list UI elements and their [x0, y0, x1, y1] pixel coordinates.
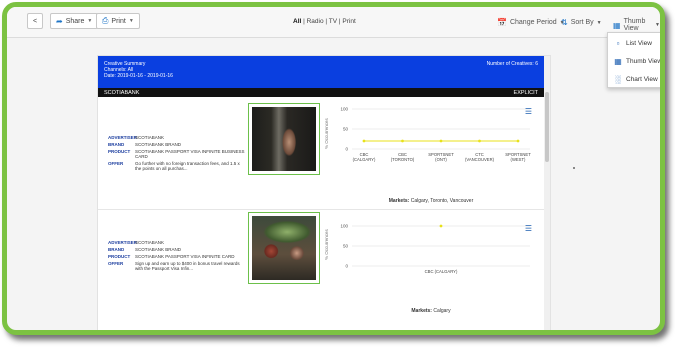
print-button[interactable]: ⎙ Print ▼	[96, 13, 140, 29]
share-button[interactable]: ➦ Share ▼	[50, 13, 99, 29]
creative-image	[252, 216, 316, 280]
chevron-down-icon: ▼	[128, 18, 134, 24]
share-label: Share	[65, 17, 85, 25]
thumb-view-button[interactable]: ▦ Thumb View ▼	[613, 18, 660, 32]
change-period-label: Change Period	[509, 19, 557, 26]
side-marker	[573, 167, 575, 169]
menu-item-label: Chart View	[626, 75, 658, 83]
creative-thumbnail[interactable]	[248, 103, 320, 175]
line-chart-svg: 100 50 0 CBC (CALGARY)	[340, 224, 530, 274]
advertiser-value: SCOTIABANK	[135, 240, 165, 245]
chevron-down-icon: ▼	[596, 19, 602, 26]
list-view-icon: ▫	[616, 38, 620, 48]
field-key: OFFER	[108, 161, 124, 166]
y-tick-label: 50	[343, 244, 349, 249]
explicit-label: EXPLICIT	[513, 90, 538, 96]
x-tick-label: CBC (CALGARY)	[425, 269, 458, 274]
data-point	[439, 139, 443, 143]
x-tick-label: (VANCOUVER)	[465, 157, 495, 162]
menu-item-label: Thumb View	[626, 57, 663, 65]
creative-card: ADVERTISER SCOTIABANK BRAND SCOTIABANK BRA…	[98, 99, 544, 209]
x-tick-label: (WEST)	[511, 157, 526, 162]
menu-item-chart-view[interactable]: ░ Chart View	[608, 71, 660, 87]
printer-icon: ⎙	[102, 16, 109, 25]
markets-value: Calgary, Toronto, Vancouver	[410, 198, 474, 204]
menu-item-list-view[interactable]: ▫ List View	[608, 35, 660, 51]
y-tick-label: 100	[340, 107, 348, 112]
chart-menu-icon[interactable]: ☰	[525, 224, 532, 233]
field-key: ADVERTISER	[108, 240, 138, 245]
advertiser-bar-name: SCOTIABANK	[104, 90, 140, 96]
product-value: SCOTIABANK PASSPORT VISA INFINITE BUSINE…	[135, 149, 245, 159]
menu-item-label: List View	[626, 39, 652, 47]
data-point	[401, 139, 404, 143]
bar-chart-icon: ░	[615, 74, 621, 84]
markets-caption: Markets: Calgary	[324, 308, 538, 314]
creative-details: ADVERTISER SCOTIABANK BRAND SCOTIABANK BRA…	[108, 240, 245, 273]
sort-by-button[interactable]: ⇅ Sort By ▼	[561, 18, 602, 27]
y-tick-label: 0	[345, 147, 348, 152]
x-tick-label: (ONT)	[435, 157, 447, 162]
creative-image	[252, 107, 316, 171]
advertiser-bar: SCOTIABANK EXPLICIT	[98, 88, 544, 97]
menu-item-thumb-view[interactable]: ▦ Thumb View	[608, 53, 663, 69]
data-point	[439, 224, 443, 228]
offer-value: Sign up and earn up to $400 in bonus tra…	[135, 261, 240, 271]
app-frame: < ➦ Share ▼ ⎙ Print ▼ All | Radio | TV |…	[2, 2, 665, 335]
chart-menu-icon[interactable]: ☰	[525, 107, 532, 116]
report-scrollbar[interactable]	[544, 56, 550, 330]
scrollbar-thumb[interactable]	[545, 92, 549, 162]
occurrence-chart: % Occurrences 100 50 0 CBC (CALGARY) ☰ Mark…	[324, 212, 538, 316]
markets-key: Markets:	[388, 198, 410, 204]
change-period-button[interactable]: 📅 Change Period ▼	[497, 18, 565, 27]
field-key: OFFER	[108, 261, 124, 266]
report-page: Creative Summary Channels: All Date: 201…	[97, 55, 551, 330]
view-dropdown-menu: ▫ List View ▦ Thumb View ░ Chart View	[607, 32, 663, 88]
data-point	[478, 139, 481, 143]
markets-value: Calgary	[433, 308, 451, 314]
summary-date: Date: 2019-01-16 - 2019-01-16	[104, 73, 173, 79]
offer-value: Go further with no foreign transaction f…	[135, 161, 240, 171]
back-button[interactable]: <	[27, 13, 43, 29]
thumb-view-label: Thumb View	[623, 18, 646, 32]
chevron-down-icon: ▼	[87, 18, 93, 24]
markets-key: Markets:	[411, 308, 432, 314]
occurrence-chart: % Occurrences 100 50 0 CBC (CALGARY) CBC (TORO…	[324, 101, 538, 205]
sort-by-label: Sort By	[570, 19, 594, 26]
media-filter-tabs[interactable]: All | Radio | TV | Print	[293, 18, 356, 25]
y-tick-label: 50	[343, 127, 349, 132]
x-tick-label: (TORONTO)	[391, 157, 415, 162]
field-key: ADVERTISER	[108, 135, 138, 140]
field-key: BRAND	[108, 142, 125, 147]
advertiser-value: SCOTIABANK	[135, 135, 165, 140]
y-tick-label: 0	[345, 264, 348, 269]
back-arrow-icon: <	[32, 17, 38, 25]
creative-card: ADVERTISER SCOTIABANK BRAND SCOTIABANK BRA…	[98, 209, 544, 320]
thumb-grid-icon: ▦	[614, 56, 622, 66]
thumb-grid-icon: ▦	[613, 20, 621, 30]
calendar-icon: 📅	[497, 18, 507, 27]
brand-value: SCOTIABANK BRAND	[135, 142, 182, 147]
field-key: PRODUCT	[108, 254, 131, 259]
brand-value: SCOTIABANK BRAND	[135, 247, 182, 252]
sort-icon: ⇅	[561, 18, 568, 27]
x-tick-label: (CALGARY)	[353, 157, 376, 162]
data-point	[516, 139, 520, 143]
field-key: BRAND	[108, 247, 125, 252]
creative-thumbnail[interactable]	[248, 212, 320, 284]
y-tick-label: 100	[340, 224, 348, 229]
data-point	[362, 139, 366, 143]
toolbar: < ➦ Share ▼ ⎙ Print ▼ All | Radio | TV |…	[7, 7, 660, 38]
line-chart-svg: 100500CBC(CALGARY)CBC(TORONTO)SPORTSNET(…	[340, 107, 531, 163]
print-label: Print	[111, 17, 126, 25]
creative-summary-header: Creative Summary Channels: All Date: 201…	[98, 56, 544, 88]
field-key: PRODUCT	[108, 149, 131, 154]
markets-caption: Markets: Calgary, Toronto, Vancouver	[324, 198, 538, 204]
chevron-down-icon: ▼	[655, 22, 660, 28]
creative-details: ADVERTISER SCOTIABANK BRAND SCOTIABANK BRA…	[108, 135, 245, 173]
product-value: SCOTIABANK PASSPORT VISA INFINITE CARD	[135, 254, 235, 259]
share-icon: ➦	[56, 16, 63, 26]
tab-media-types[interactable]: | Radio | TV | Print	[301, 18, 356, 25]
creatives-count: Number of Creatives: 6	[486, 61, 538, 67]
